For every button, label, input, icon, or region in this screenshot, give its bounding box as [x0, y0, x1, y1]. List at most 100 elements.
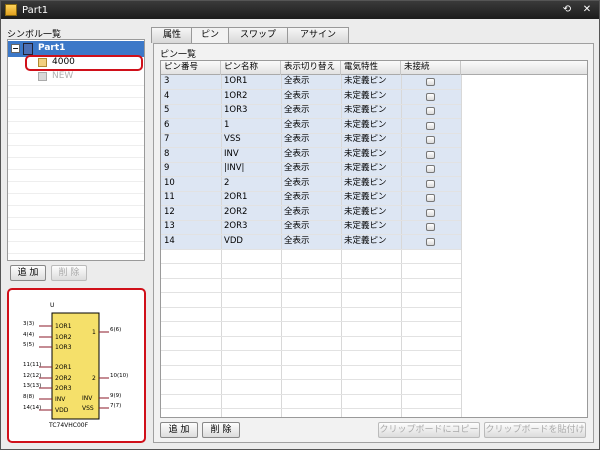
electrical-cell: 未定義ピン — [344, 90, 387, 101]
col-unconnected[interactable]: 未接続 — [401, 61, 461, 75]
table-header: ピン番号 ピン名称 表示切り替え 電気特性 未接続 — [161, 61, 587, 75]
table-row[interactable]: 11 2OR1 全表示 未定義ピン — [161, 191, 461, 205]
unconnected-checkbox[interactable] — [426, 223, 435, 231]
window-title: Part1 — [22, 4, 49, 16]
table-row[interactable]: 3 1OR1 全表示 未定義ピン — [161, 75, 461, 89]
electrical-cell: 未定義ピン — [344, 105, 387, 115]
col-pin-name[interactable]: ピン名称 — [221, 61, 281, 75]
table-row[interactable]: 4 1OR2 全表示 未定義ピン — [161, 89, 461, 104]
tab-swap[interactable]: スワップ — [228, 27, 288, 43]
unconnected-checkbox[interactable] — [426, 194, 435, 202]
pin-label: 1OR3 — [55, 344, 72, 351]
display-cell: 全表示 — [284, 221, 310, 231]
symbol-diagram: U 3(3) 1OR1 4(4) 1OR2 5(5) 1OR3 11(11) 2OR1 12(1… — [23, 302, 128, 429]
pin-number-cell: 13 — [164, 221, 175, 231]
electrical-cell: 未定義ピン — [344, 119, 387, 130]
grid-row-line — [161, 350, 461, 351]
grid-row-line — [161, 364, 461, 366]
unconnected-checkbox[interactable] — [426, 237, 435, 246]
paste-clipboard-button[interactable]: クリップボードを貼付け — [484, 422, 586, 438]
grid-row-line — [161, 248, 461, 250]
table-row[interactable]: 7 VSS 全表示 未定義ピン — [161, 133, 461, 147]
tree-row-line — [8, 157, 144, 158]
collapse-icon[interactable]: − — [11, 44, 20, 53]
tree-item-new[interactable]: NEW — [8, 69, 144, 85]
pin-label: 2OR2 — [55, 375, 72, 382]
unconnected-checkbox[interactable] — [426, 78, 435, 86]
display-cell: 全表示 — [284, 192, 310, 202]
table-row[interactable]: 12 2OR2 全表示 未定義ピン — [161, 205, 461, 220]
unconnected-checkbox[interactable] — [426, 107, 435, 115]
col-electrical[interactable]: 電気特性 — [341, 61, 401, 75]
restore-icon[interactable]: ⟲ — [561, 4, 573, 16]
col-display-toggle[interactable]: 表示切り替え — [281, 61, 341, 75]
symbol-add-button[interactable]: 追 加 — [10, 265, 46, 281]
tree-row-line — [8, 145, 144, 146]
grid-row-line — [161, 321, 461, 322]
close-icon[interactable]: ✕ — [581, 4, 593, 16]
pin-add-button[interactable]: 追 加 — [160, 422, 198, 438]
tab-attributes[interactable]: 属性 — [151, 27, 193, 43]
grid-row-line — [161, 219, 461, 221]
table-row[interactable]: 8 INV 全表示 未定義ピン — [161, 147, 461, 162]
pin-table[interactable]: 3 1OR1 全表示 未定義ピン 4 1OR2 全表示 未定義ピン 5 1OR3 全表示 未定義ピン 6… — [160, 60, 588, 418]
unconnected-checkbox[interactable] — [426, 179, 435, 188]
pin-name-cell: 2 — [224, 177, 230, 188]
pin-panel: ピン一覧 3 1OR1 全表示 未定義ピン 4 1OR2 全表示 未定義ピン 5 1OR3 全表示未… — [153, 43, 594, 443]
unconnected-checkbox[interactable] — [426, 208, 435, 217]
app-icon — [5, 4, 17, 16]
pin-label: INV — [55, 396, 66, 403]
pin-label: 2OR1 — [55, 364, 72, 371]
pin-number-cell: 14 — [164, 235, 175, 246]
table-row[interactable]: 6 1 全表示 未定義ピン — [161, 118, 461, 133]
pin-name-cell: 1OR2 — [224, 90, 248, 101]
table-row[interactable]: 13 2OR3 全表示 未定義ピン — [161, 220, 461, 234]
table-row[interactable]: 14 VDD 全表示 未定義ピン — [161, 234, 461, 249]
symbol-delete-button[interactable]: 削 除 — [51, 265, 87, 281]
copy-clipboard-button[interactable]: クリップボードにコピー — [378, 422, 480, 438]
pin-name-cell: 1OR1 — [224, 76, 248, 86]
grid-row-line — [161, 205, 461, 206]
unconnected-checkbox[interactable] — [426, 121, 435, 130]
unconnected-checkbox[interactable] — [426, 150, 435, 159]
pin-label: 2 — [92, 375, 96, 382]
display-cell: 全表示 — [284, 90, 310, 101]
pin-number: 14(14) — [23, 405, 41, 411]
electrical-cell: 未定義ピン — [344, 163, 387, 173]
electrical-cell: 未定義ピン — [344, 221, 387, 231]
grid-row-line — [161, 408, 461, 409]
tab-assign[interactable]: アサイン — [287, 27, 349, 43]
tree-row-line — [8, 109, 144, 110]
display-cell: 全表示 — [284, 134, 310, 144]
unconnected-checkbox[interactable] — [426, 165, 435, 173]
col-pin-number[interactable]: ピン番号 — [161, 61, 221, 75]
pin-number-cell: 3 — [164, 76, 170, 86]
pin-label: 1OR2 — [55, 334, 72, 341]
tree-row-line — [8, 253, 144, 254]
grid-row-line — [161, 103, 461, 105]
grid-row-line — [161, 335, 461, 337]
symbol-preview: U 3(3) 1OR1 4(4) 1OR2 5(5) 1OR3 11(11) 2OR1 12(1… — [7, 288, 146, 443]
pin-name-cell: VDD — [224, 235, 243, 246]
pin-name-cell: 1OR3 — [224, 105, 248, 115]
table-row[interactable]: 5 1OR3 全表示 未定義ピン — [161, 104, 461, 118]
pin-list-label: ピン一覧 — [160, 50, 197, 60]
symbol-tree[interactable]: − Part1 4000 NEW — [7, 39, 145, 261]
grid-row-line — [161, 176, 461, 177]
grid-row-line — [161, 190, 461, 192]
grid-row-line — [161, 118, 461, 119]
tab-pins[interactable]: ピン — [191, 27, 229, 44]
table-row[interactable]: 9 |INV| 全表示 未定義ピン — [161, 162, 461, 176]
table-row[interactable]: 10 2 全表示 未定義ピン — [161, 176, 461, 191]
pin-delete-button[interactable]: 削 除 — [202, 422, 240, 438]
electrical-cell: 未定義ピン — [344, 134, 387, 144]
unconnected-checkbox[interactable] — [426, 92, 435, 101]
grid-row-line — [161, 263, 461, 264]
tree-item-label: NEW — [52, 71, 74, 81]
pin-number-cell: 5 — [164, 105, 170, 115]
display-cell: 全表示 — [284, 177, 310, 188]
unconnected-checkbox[interactable] — [426, 136, 435, 144]
electrical-cell: 未定義ピン — [344, 235, 387, 246]
grid-row-line — [161, 292, 461, 293]
pin-name-cell: 2OR3 — [224, 221, 248, 231]
